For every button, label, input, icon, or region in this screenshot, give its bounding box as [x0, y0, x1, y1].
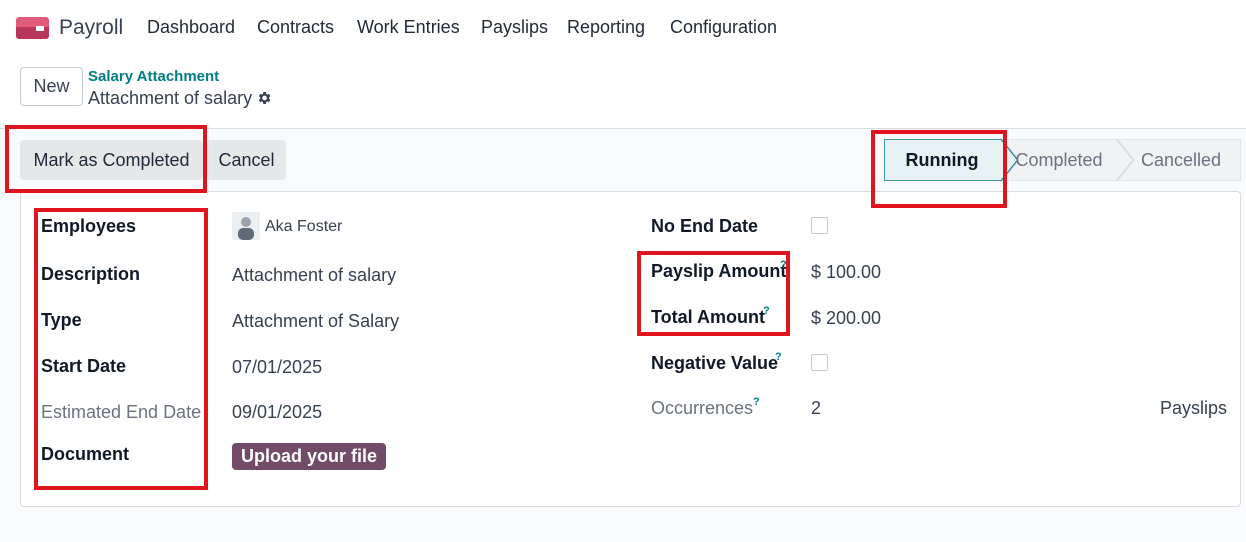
top-navbar: Payroll Dashboard Contracts Work Entries…	[0, 0, 1246, 56]
negative-value-label: Negative Value	[651, 353, 779, 373]
nav-reporting[interactable]: Reporting	[567, 17, 645, 38]
nav-dashboard[interactable]: Dashboard	[147, 17, 235, 38]
breadcrumb-salary-attachment[interactable]: Salary Attachment	[88, 68, 219, 85]
start-date-field[interactable]: 07/01/2025	[232, 357, 322, 378]
negative-value-checkbox[interactable]	[811, 354, 828, 371]
avatar[interactable]	[232, 212, 260, 240]
stage-cancelled[interactable]: Cancelled	[1128, 139, 1234, 181]
highlight-left-labels	[34, 208, 208, 490]
app-name[interactable]: Payroll	[59, 16, 123, 40]
highlight-amount-labels	[637, 251, 790, 336]
occurrences-unit[interactable]: Payslips	[1160, 398, 1227, 419]
upload-file-button[interactable]: Upload your file	[232, 443, 386, 470]
no-end-date-checkbox[interactable]	[811, 217, 828, 234]
occurrences-field: 2	[811, 398, 822, 418]
record-title: Attachment of salary	[88, 88, 253, 108]
description-field[interactable]: Attachment of salary	[232, 265, 396, 286]
estimated-end-date-field: 09/01/2025	[232, 402, 323, 422]
no-end-date-label: No End Date	[651, 216, 759, 236]
occurrences-help-icon[interactable]: ?	[753, 396, 760, 408]
highlight-mark-completed	[5, 125, 207, 193]
payroll-card-icon[interactable]	[16, 17, 49, 39]
total-amount-field[interactable]: $ 200.00	[811, 308, 881, 329]
cancel-button[interactable]: Cancel	[207, 140, 286, 180]
negative-value-help-icon[interactable]: ?	[775, 351, 782, 363]
employee-name[interactable]: Aka Foster	[265, 218, 342, 236]
gear-icon[interactable]	[256, 90, 272, 106]
control-panel: New Salary Attachment Attachment of sala…	[0, 56, 1246, 129]
type-field[interactable]: Attachment of Salary	[232, 311, 399, 332]
nav-contracts[interactable]: Contracts	[257, 17, 334, 38]
stage-completed[interactable]: Completed	[1002, 139, 1116, 181]
payslip-amount-field[interactable]: $ 100.00	[811, 262, 881, 283]
highlight-running-stage	[871, 130, 1007, 208]
new-button[interactable]: New	[20, 67, 83, 106]
nav-configuration[interactable]: Configuration	[670, 17, 777, 38]
nav-payslips[interactable]: Payslips	[481, 17, 548, 38]
nav-work-entries[interactable]: Work Entries	[357, 17, 460, 38]
occurrences-label: Occurrences	[651, 398, 754, 418]
